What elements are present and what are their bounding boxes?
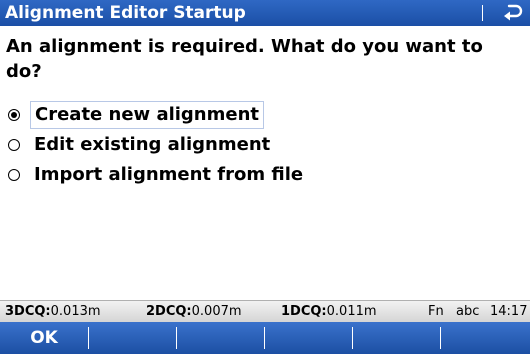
status-bar: 3DCQ:0.013m 2DCQ:0.007m 1DCQ:0.011m Fn a… [0, 300, 530, 322]
status-3dcq-label: 3DCQ: [5, 304, 51, 319]
status-3dcq-value: 0.013m [50, 304, 101, 319]
softkey-f1-ok[interactable]: OK [0, 322, 88, 354]
status-2dcq: 2DCQ:0.007m [146, 301, 242, 322]
title-divider [482, 5, 483, 21]
status-fn-indicator: Fn [428, 304, 444, 319]
option-edit-existing-alignment[interactable]: Edit existing alignment [6, 130, 426, 160]
softkey-f6[interactable] [441, 322, 530, 354]
status-1dcq: 1DCQ:0.011m [281, 301, 377, 322]
radio-dot [11, 112, 17, 118]
radio-unselected-icon[interactable] [8, 169, 20, 181]
softkey-bar: OK [0, 322, 530, 354]
softkey-f4[interactable] [265, 322, 352, 354]
softkey-f5[interactable] [353, 322, 440, 354]
option-label: Edit existing alignment [34, 134, 271, 155]
status-3dcq: 3DCQ:0.013m [5, 301, 101, 322]
options-list: Create new alignment Edit existing align… [6, 100, 426, 190]
radio-selected-icon[interactable] [8, 109, 20, 121]
option-label: Create new alignment [30, 101, 265, 129]
option-import-alignment-from-file[interactable]: Import alignment from file [6, 160, 426, 190]
softkey-f3[interactable] [177, 322, 264, 354]
radio-unselected-icon[interactable] [8, 139, 20, 151]
status-input-mode: abc [456, 304, 480, 319]
option-label: Import alignment from file [34, 164, 304, 185]
status-2dcq-label: 2DCQ: [146, 304, 192, 319]
title-bar: Alignment Editor Startup [0, 0, 530, 26]
status-1dcq-value: 0.011m [326, 304, 377, 319]
status-2dcq-value: 0.007m [191, 304, 242, 319]
prompt-question: An alignment is required. What do you wa… [6, 36, 483, 82]
back-button[interactable] [500, 2, 524, 24]
status-time: 14:17 [490, 304, 528, 319]
window-title: Alignment Editor Startup [5, 3, 246, 23]
status-1dcq-label: 1DCQ: [281, 304, 327, 319]
softkey-f2[interactable] [89, 322, 176, 354]
option-create-new-alignment[interactable]: Create new alignment [6, 100, 426, 130]
return-arrow-icon [504, 4, 523, 21]
